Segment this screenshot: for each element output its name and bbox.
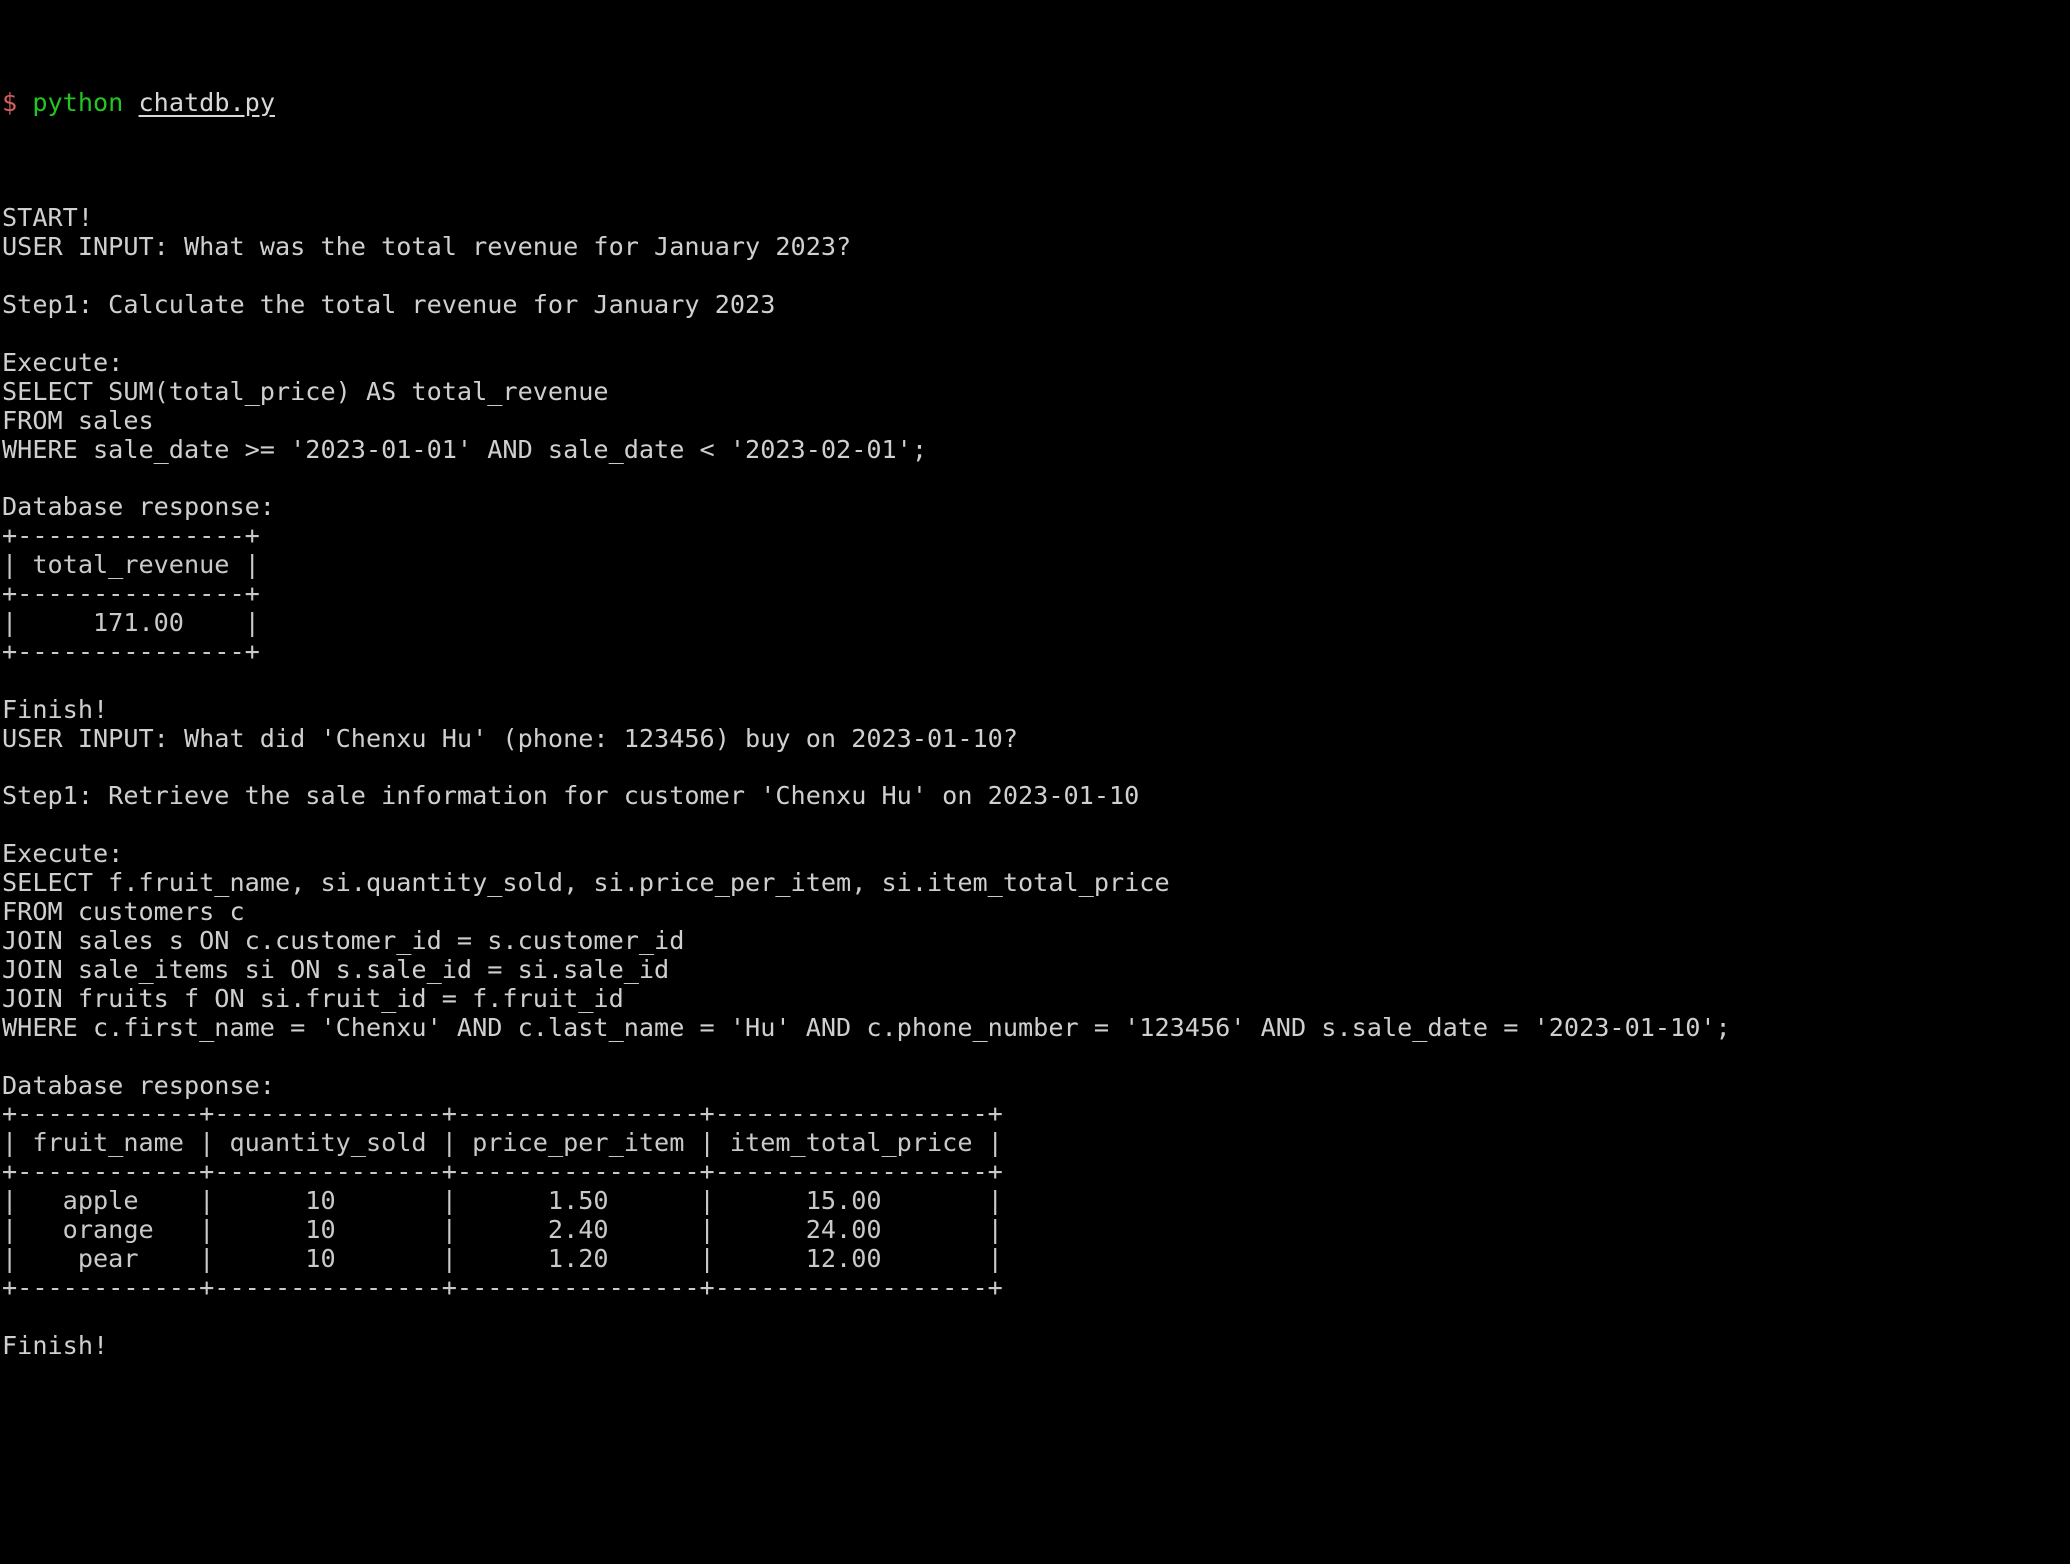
- terminal-output-line: Step1: Calculate the total revenue for J…: [2, 290, 2070, 320]
- line-text: USER INPUT: What was the total revenue f…: [2, 232, 852, 262]
- line-text: +---------------+: [2, 521, 260, 551]
- line-text: | orange | 10 | 2.40 | 24.00 |: [2, 1215, 1003, 1245]
- terminal-sql-line: FROM customers c: [2, 897, 2070, 927]
- line-text: FROM customers c: [2, 897, 245, 927]
- terminal-table-line: +---------------+: [2, 636, 2070, 667]
- terminal-sql-line: FROM sales: [2, 405, 2070, 436]
- line-text: START!: [2, 203, 93, 233]
- terminal-table-line: | 171.00 |: [2, 608, 2070, 638]
- prompt-line: $ python chatdb.py: [2, 87, 2070, 118]
- terminal-sql-line: WHERE sale_date >= '2023-01-01' AND sale…: [2, 434, 2070, 465]
- line-text: Execute:: [2, 347, 124, 377]
- terminal-table-line: +------------+---------------+----------…: [2, 1099, 2070, 1129]
- terminal-output-line: USER INPUT: What did 'Chenxu Hu' (phone:…: [2, 723, 2070, 754]
- line-text: +------------+---------------+----------…: [2, 1099, 1003, 1129]
- terminal-table-line: | pear | 10 | 1.20 | 12.00 |: [2, 1243, 2070, 1274]
- line-text: WHERE sale_date >= '2023-01-01' AND sale…: [2, 434, 928, 464]
- line-text: +------------+---------------+----------…: [2, 1272, 1003, 1302]
- terminal-output-line: Database response:: [2, 1070, 2070, 1101]
- terminal-table-line: +---------------+: [2, 521, 2070, 551]
- line-text: Step1: Retrieve the sale information for…: [2, 781, 1140, 811]
- line-text: JOIN sales s ON c.customer_id = s.custom…: [2, 926, 685, 955]
- line-text: SELECT f.fruit_name, si.quantity_sold, s…: [2, 868, 1170, 898]
- prompt-sigil: $: [2, 87, 18, 117]
- line-text: JOIN fruits f ON si.fruit_id = f.fruit_i…: [2, 983, 624, 1013]
- terminal-table-line: | apple | 10 | 1.50 | 15.00 |: [2, 1186, 2070, 1216]
- terminal-sql-line: JOIN fruits f ON si.fruit_id = f.fruit_i…: [2, 983, 2070, 1014]
- terminal-output-line: START!: [2, 203, 2070, 233]
- terminal-sql-line: JOIN sale_items si ON s.sale_id = si.sal…: [2, 954, 2070, 985]
- terminal-output-line: Finish!: [2, 694, 2070, 725]
- line-text: +---------------+: [2, 579, 260, 609]
- line-text: Database response:: [2, 492, 275, 522]
- terminal-sql-line: SELECT f.fruit_name, si.quantity_sold, s…: [2, 868, 2070, 898]
- line-text: | fruit_name | quantity_sold | price_per…: [2, 1128, 1003, 1158]
- line-text: Finish!: [2, 1330, 109, 1360]
- line-text: | apple | 10 | 1.50 | 15.00 |: [2, 1186, 1003, 1216]
- line-text: SELECT SUM(total_price) AS total_revenue: [2, 376, 609, 406]
- terminal-table-line: | fruit_name | quantity_sold | price_per…: [2, 1128, 2070, 1158]
- terminal-table-line: +------------+---------------+----------…: [2, 1157, 2070, 1187]
- line-text: +------------+---------------+----------…: [2, 1157, 1003, 1187]
- line-text: +---------------+: [2, 636, 260, 666]
- terminal-output-line: Execute:: [2, 347, 2070, 378]
- line-text: FROM sales: [2, 405, 154, 435]
- terminal-sql-line: JOIN sales s ON c.customer_id = s.custom…: [2, 926, 2070, 956]
- terminal-table-line: | total_revenue |: [2, 550, 2070, 580]
- terminal-table-line: | orange | 10 | 2.40 | 24.00 |: [2, 1215, 2070, 1245]
- line-text: Database response:: [2, 1070, 275, 1100]
- terminal-table-line: +---------------+: [2, 579, 2070, 609]
- command-argument: chatdb.py: [138, 87, 275, 117]
- line-text: | pear | 10 | 1.20 | 12.00 |: [2, 1243, 1003, 1273]
- terminal-output-line: Step1: Retrieve the sale information for…: [2, 782, 2070, 811]
- terminal-sql-line: SELECT SUM(total_price) AS total_revenue: [2, 376, 2070, 407]
- terminal-output-line: Database response:: [2, 492, 2070, 522]
- terminal-screen[interactable]: $ python chatdb.py START! USER INPUT: Wha…: [0, 0, 2070, 1447]
- line-text: WHERE c.first_name = 'Chenxu' AND c.last…: [2, 1012, 1731, 1042]
- line-text: USER INPUT: What did 'Chenxu Hu' (phone:…: [2, 723, 1018, 753]
- terminal-window[interactable]: $ python chatdb.py START! USER INPUT: Wha…: [0, 0, 2070, 1564]
- line-text: Finish!: [2, 694, 109, 724]
- line-text: Step1: Calculate the total revenue for J…: [2, 290, 776, 320]
- line-text: | 171.00 |: [2, 608, 260, 638]
- line-text: JOIN sale_items si ON s.sale_id = si.sal…: [2, 954, 670, 984]
- terminal-table-line: +------------+---------------+----------…: [2, 1272, 2070, 1303]
- terminal-output-line: USER INPUT: What was the total revenue f…: [2, 232, 2070, 262]
- line-text: Execute:: [2, 839, 124, 869]
- line-text: | total_revenue |: [2, 550, 260, 580]
- terminal-output: START! USER INPUT: What was the total rev…: [2, 203, 2070, 1361]
- terminal-output-line: Finish!: [2, 1330, 2070, 1361]
- command-name: python: [32, 87, 124, 117]
- terminal-output-line: Execute:: [2, 839, 2070, 869]
- terminal-sql-line: WHERE c.first_name = 'Chenxu' AND c.last…: [2, 1012, 2070, 1043]
